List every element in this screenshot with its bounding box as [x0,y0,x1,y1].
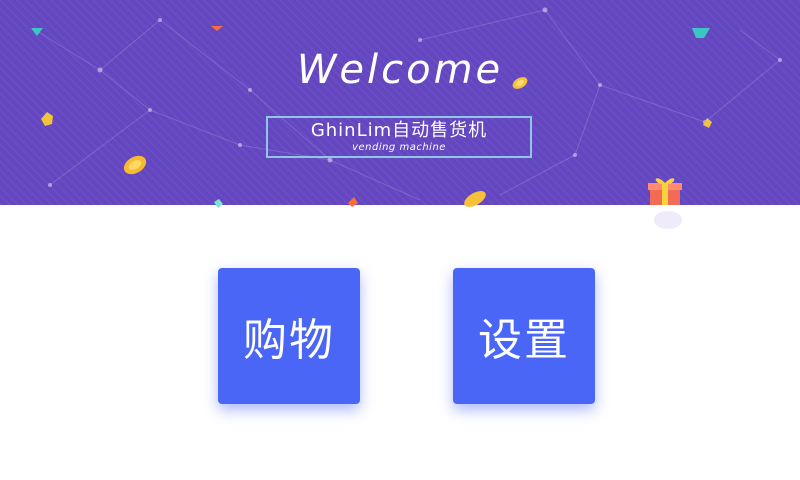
brand-subtitle: vending machine [352,142,446,153]
vending-home-screen: Welcome GhinLim自动售货机 vending machine 购物 … [0,0,800,480]
shop-button[interactable]: 购物 [218,268,360,404]
brand-title: GhinLim自动售货机 [310,120,488,141]
welcome-title: Welcome [296,47,504,93]
welcome-banner: Welcome GhinLim自动售货机 vending machine [0,0,800,205]
network-background [34,7,782,201]
brand-badge: GhinLim自动售货机 vending machine [266,116,532,158]
settings-button[interactable]: 设置 [453,268,595,404]
